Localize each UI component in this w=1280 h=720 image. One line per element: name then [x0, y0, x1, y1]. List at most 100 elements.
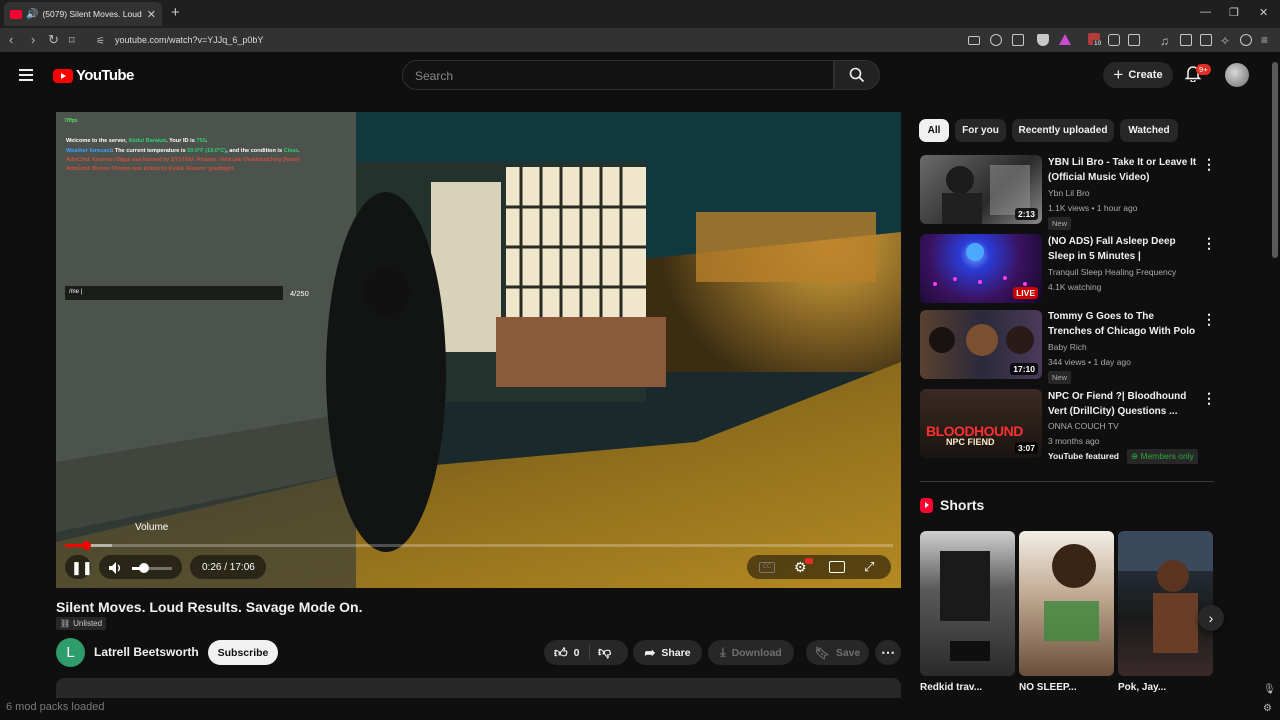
rec-channel[interactable]: Tranquil Sleep Healing Frequency — [1048, 267, 1176, 277]
close-window-button[interactable]: ✕ — [1259, 6, 1268, 19]
dislike-icon[interactable]: 👎︎ — [598, 644, 611, 660]
hud-line-2-end: . — [297, 148, 299, 154]
menu-hamburger-icon[interactable] — [19, 69, 33, 84]
subscribe-button[interactable]: Subscribe — [208, 640, 278, 665]
short-thumb-art — [940, 551, 990, 661]
channel-name[interactable]: Latrell Beetsworth — [94, 645, 199, 659]
rec-title[interactable]: (NO ADS) Fall Asleep Deep Sleep in 5 Min… — [1048, 235, 1200, 264]
tab-title: (5079) Silent Moves. Loud Re... — [42, 9, 142, 19]
short-thumbnail[interactable] — [1019, 531, 1114, 676]
share-button[interactable]: ➦ Share — [633, 640, 702, 665]
description-box[interactable] — [56, 678, 901, 698]
channel-avatar[interactable]: L — [56, 638, 85, 667]
rec-channel[interactable]: ONNA COUCH TV — [1048, 421, 1119, 431]
scrollbar-thumb[interactable] — [1272, 62, 1278, 258]
search-button[interactable] — [834, 60, 880, 90]
captions-icon[interactable]: CC — [759, 562, 775, 573]
ai-icon[interactable]: ✧ — [1220, 33, 1230, 49]
fps-counter: 78fps — [64, 118, 78, 124]
more-actions-icon[interactable]: ⋯ — [875, 640, 901, 665]
wallet-icon[interactable] — [1200, 34, 1212, 46]
sidebar-icon[interactable] — [1180, 34, 1192, 46]
minimize-window-button[interactable]: — — [1200, 6, 1211, 18]
rec-title[interactable]: Tommy G Goes to The Trenches of Chicago … — [1048, 310, 1200, 339]
rec-more-icon[interactable]: ⋮ — [1202, 236, 1216, 250]
site-info-icon[interactable]: ⚟ — [96, 34, 105, 50]
rec-featured: YouTube featured — [1048, 451, 1119, 461]
forward-icon[interactable]: › — [31, 32, 35, 48]
speaker-icon[interactable]: 🔊 — [26, 9, 38, 20]
volume-icon[interactable] — [108, 561, 124, 575]
hud-line-2-prefix: Weather forecast — [66, 148, 112, 154]
share-label: Share — [661, 646, 691, 659]
members-label: Members only — [1140, 451, 1194, 461]
short-title[interactable]: Pok, Jay... — [1118, 682, 1198, 693]
reload-icon[interactable]: ↻ — [48, 32, 59, 48]
scrubber-knob[interactable] — [81, 541, 91, 550]
progress-bar[interactable] — [65, 541, 893, 550]
rec-thumbnail[interactable]: LIVE — [920, 234, 1042, 303]
save-bookmark-icon: 🔖︎ — [814, 645, 830, 660]
rec-more-icon[interactable]: ⋮ — [1202, 312, 1216, 326]
rec-channel[interactable]: Ybn Lil Bro — [1048, 188, 1090, 198]
restore-window-button[interactable]: ❐ — [1229, 6, 1239, 19]
close-tab-icon[interactable]: ✕ — [147, 8, 156, 21]
share-icon[interactable] — [1012, 34, 1024, 46]
hud-line-4: AdmCmd: Bryson Thorton was kicked by Kys… — [66, 166, 235, 172]
chip-recently-uploaded[interactable]: Recently uploaded — [1012, 119, 1114, 142]
brave-shield-icon[interactable] — [1037, 34, 1049, 46]
zoom-icon[interactable] — [990, 34, 1002, 46]
save-button[interactable]: 🔖︎ Save — [806, 640, 869, 665]
volume-slider-knob[interactable] — [139, 563, 149, 573]
overlay-gear-icon[interactable]: ⚙ — [1263, 703, 1272, 714]
mic-icon[interactable]: 🎙︎ — [1263, 684, 1276, 695]
rec-duration: 3:07 — [1014, 442, 1038, 454]
short-thumbnail[interactable] — [920, 531, 1015, 676]
extensions-icon[interactable] — [1108, 34, 1120, 46]
rec-title[interactable]: YBN Lil Bro - Take It or Leave It (Offic… — [1048, 156, 1200, 185]
pause-icon[interactable]: ❚❚ — [71, 561, 93, 575]
rec-thumbnail[interactable]: 2:13 — [920, 155, 1042, 224]
download-button[interactable]: ⤓ Download — [708, 640, 794, 665]
chip-for-you[interactable]: For you — [955, 119, 1006, 142]
media-icon[interactable]: ♫ — [1160, 33, 1169, 49]
screenshot-icon[interactable] — [1128, 34, 1140, 46]
rec-more-icon[interactable]: ⋮ — [1202, 391, 1216, 405]
browser-tab-strip: 🔊 (5079) Silent Moves. Loud Re... ✕ + — … — [0, 0, 1280, 28]
short-title[interactable]: Redkid trav... — [920, 682, 1015, 693]
chip-all[interactable]: All — [919, 119, 949, 142]
browser-tab[interactable]: 🔊 (5079) Silent Moves. Loud Re... ✕ — [4, 2, 162, 26]
rewards-icon[interactable] — [1059, 34, 1071, 45]
video-player[interactable]: 78fps Welcome to the server, Abdul Barak… — [56, 112, 901, 588]
rec-channel[interactable]: Baby Rich — [1048, 342, 1087, 352]
hd-badge-icon — [805, 558, 813, 564]
hud-line-2-text: : The current temperature is — [111, 148, 188, 154]
rec-thumbnail[interactable]: 17:10 — [920, 310, 1042, 379]
chip-watched[interactable]: Watched — [1120, 119, 1178, 142]
bookmark-icon[interactable]: ⌑ — [69, 33, 75, 49]
like-icon[interactable]: 👍︎ — [554, 645, 568, 661]
vpn-icon[interactable] — [1240, 34, 1252, 46]
create-button[interactable]: + Create — [1103, 62, 1173, 88]
members-only-badge: ⊕ Members only — [1127, 449, 1198, 464]
shorts-next-chevron-icon[interactable]: › — [1198, 605, 1224, 631]
account-avatar[interactable] — [1225, 63, 1249, 87]
download-label: Download — [731, 646, 782, 659]
theater-mode-icon[interactable] — [829, 561, 845, 573]
youtube-logo[interactable]: YouTube — [53, 67, 134, 84]
rec-more-icon[interactable]: ⋮ — [1202, 157, 1216, 171]
rec-live-badge: LIVE — [1013, 287, 1038, 299]
short-title[interactable]: NO SLEEP... — [1019, 682, 1114, 693]
rec-thumbnail[interactable]: BLOODHOUND NPC FIEND 3:07 — [920, 389, 1042, 458]
url-field[interactable]: youtube.com/watch?v=YJJq_6_p0bY — [115, 35, 263, 45]
youtube-favicon-icon — [10, 9, 22, 19]
new-tab-button[interactable]: + — [171, 5, 180, 21]
cast-icon[interactable] — [968, 36, 980, 45]
shorts-logo-icon — [920, 497, 933, 513]
search-input[interactable] — [415, 69, 815, 83]
rec-title[interactable]: NPC Or Fiend ?| Bloodhound Vert (DrillCi… — [1048, 390, 1200, 419]
back-icon[interactable]: ‹ — [9, 32, 13, 48]
fullscreen-icon[interactable]: ⤢ — [864, 560, 874, 574]
menu-icon[interactable]: ≡ — [1261, 32, 1268, 48]
short-thumbnail[interactable] — [1118, 531, 1213, 676]
